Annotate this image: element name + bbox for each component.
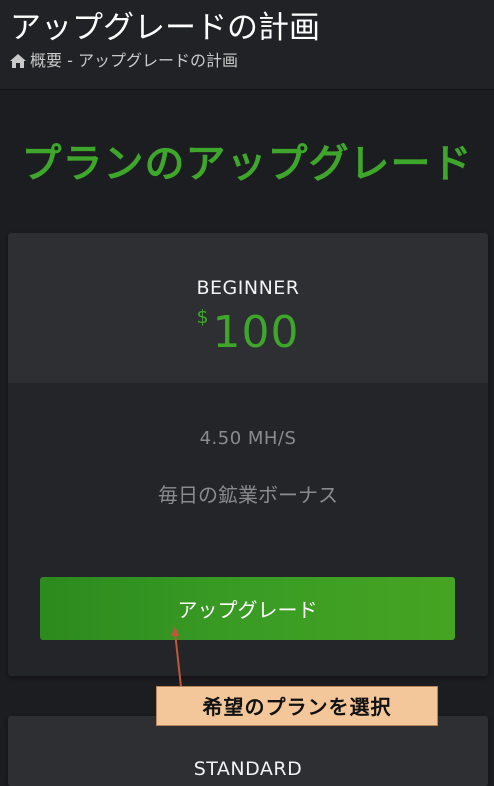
breadcrumb-text[interactable]: 概要 - アップグレードの計画 xyxy=(30,51,238,70)
price-amount: 100 xyxy=(212,307,300,358)
home-icon[interactable] xyxy=(10,54,26,68)
top-bar: アップグレードの計画 概要 - アップグレードの計画 xyxy=(0,0,494,90)
section-heading: プランのアップグレード xyxy=(21,141,473,187)
breadcrumb: 概要 - アップグレードの計画 xyxy=(10,50,238,72)
plan-feature-hashrate: 4.50 MH/S xyxy=(199,428,297,449)
upgrade-button[interactable]: アップグレード xyxy=(40,577,455,640)
plan-card-beginner: BEGINNER $100 4.50 MH/S 毎日の鉱業ボーナス アップグレー… xyxy=(8,233,488,676)
annotation-callout: 希望のプランを選択 xyxy=(156,686,438,726)
page-title: アップグレードの計画 xyxy=(10,10,320,46)
plan-card-header: BEGINNER $100 xyxy=(8,233,488,383)
plan-name: BEGINNER xyxy=(196,277,300,299)
plan-price: $100 xyxy=(8,305,488,361)
currency-symbol: $ xyxy=(196,306,209,328)
plan-feature-bonus: 毎日の鉱業ボーナス xyxy=(158,483,338,507)
plan-name: STANDARD xyxy=(193,758,303,780)
